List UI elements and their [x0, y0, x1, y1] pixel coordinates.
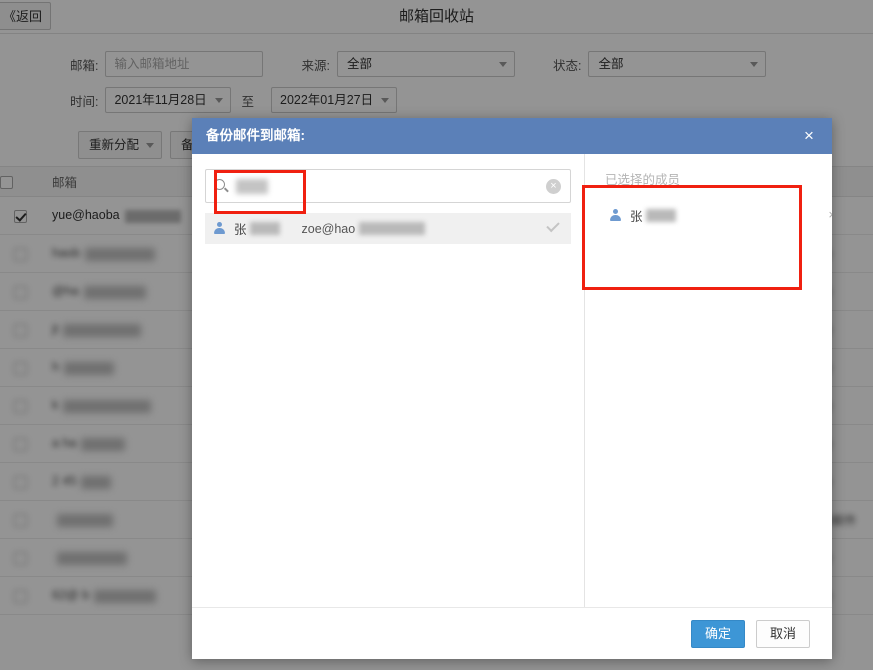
dialog-header: 备份邮件到邮箱: × [192, 118, 832, 154]
cancel-button[interactable]: 取消 [755, 619, 810, 648]
remove-member-icon[interactable]: × [828, 207, 832, 222]
selected-member-row[interactable]: 张 × [605, 204, 832, 226]
result-email-text: zoe@hao [301, 221, 356, 236]
confirm-button[interactable]: 确定 [690, 619, 745, 648]
dialog-title: 备份邮件到邮箱: [206, 128, 305, 143]
search-icon [214, 179, 225, 190]
selected-members-pane: 已选择的成员 张 × [585, 154, 832, 607]
search-result-row[interactable]: 张 zoe@hao [205, 213, 571, 244]
result-email: zoe@hao [302, 222, 426, 236]
dialog-footer: 确定 取消 [192, 607, 832, 659]
member-search-input[interactable]: × [205, 169, 571, 203]
search-input-value [236, 179, 268, 194]
close-icon[interactable]: × [798, 118, 820, 154]
member-search-pane: × 张 zoe@hao [192, 154, 585, 607]
user-icon [609, 208, 622, 222]
user-icon [213, 222, 226, 235]
clear-search-icon[interactable]: × [546, 179, 561, 194]
dialog-body: × 张 zoe@hao 已选择的成员 张 × [192, 154, 832, 607]
result-name-text: 张 [234, 223, 247, 237]
result-name-masked [249, 222, 280, 235]
result-email-masked [359, 222, 426, 235]
selected-members-label: 已选择的成员 [605, 173, 681, 187]
check-icon [546, 218, 560, 232]
backup-to-mailbox-dialog: 备份邮件到邮箱: × × 张 zoe@hao 已选择的成员 张 确定 取消 [192, 118, 832, 659]
selected-member-name-masked [645, 208, 676, 222]
result-name: 张 [234, 219, 280, 238]
selected-member-name: 张 [630, 209, 643, 224]
